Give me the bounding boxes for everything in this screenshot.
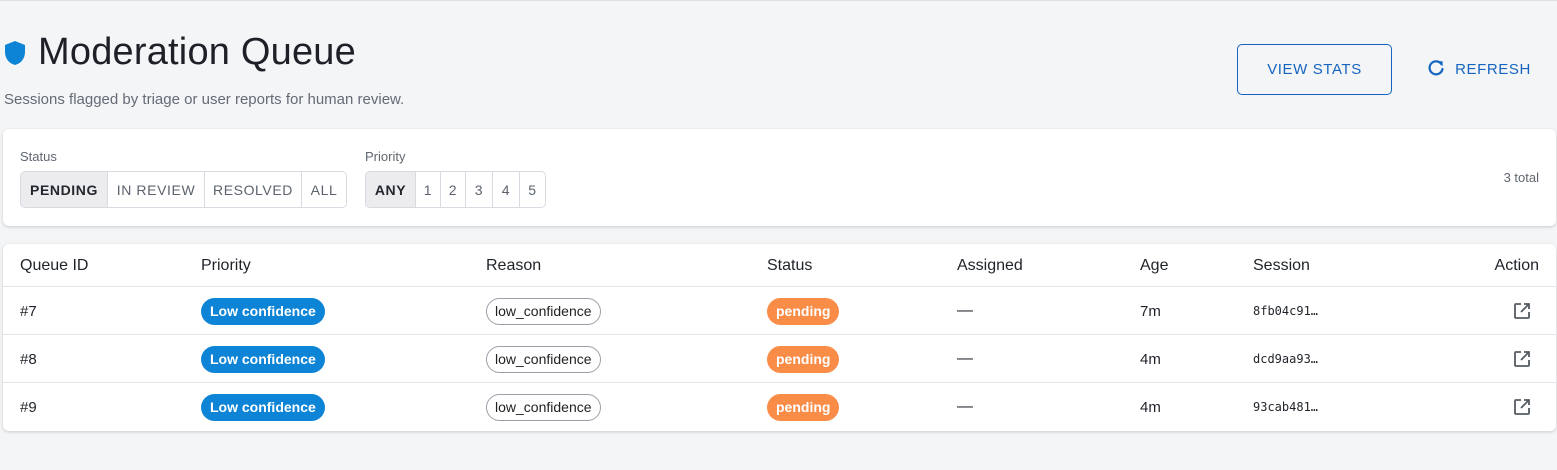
priority-chip: Low confidence xyxy=(201,393,325,421)
queue-id: #7 xyxy=(20,302,37,320)
open-in-new-icon[interactable] xyxy=(1512,383,1532,431)
age-value: 4m xyxy=(1140,398,1161,416)
page-subtitle: Sessions flagged by triage or user repor… xyxy=(4,91,405,108)
table-row[interactable]: #9 Low confidence low_confidence pending… xyxy=(3,383,1556,431)
priority-chip: Low confidence xyxy=(201,297,325,325)
queue-id: #9 xyxy=(20,398,37,416)
filter-panel: Status PENDING IN REVIEW RESOLVED ALL Pr… xyxy=(3,129,1556,226)
page-header: Moderation Queue Sessions flagged by tri… xyxy=(0,1,1557,129)
column-header-queue-id[interactable]: Queue ID xyxy=(20,257,88,275)
column-header-session[interactable]: Session xyxy=(1253,257,1310,275)
column-header-age[interactable]: Age xyxy=(1140,257,1168,275)
title-row: Moderation Queue xyxy=(4,31,356,74)
priority-option-any[interactable]: ANY xyxy=(366,172,416,207)
session-id[interactable]: 93cab481… xyxy=(1253,383,1318,431)
total-count: 3 total xyxy=(1503,170,1539,185)
status-chip: pending xyxy=(767,297,840,325)
status-chip: pending xyxy=(767,393,840,421)
session-id[interactable]: dcd9aa93… xyxy=(1253,335,1318,383)
status-filter-label: Status xyxy=(20,149,57,164)
priority-chip: Low confidence xyxy=(201,345,325,373)
column-header-assigned[interactable]: Assigned xyxy=(957,257,1023,275)
priority-option-4[interactable]: 4 xyxy=(493,172,520,207)
status-option-in-review[interactable]: IN REVIEW xyxy=(108,172,205,207)
refresh-icon xyxy=(1427,59,1445,81)
table-header: Queue ID Priority Reason Status Assigned… xyxy=(3,244,1556,287)
assigned-value: — xyxy=(957,398,973,415)
reason-chip: low_confidence xyxy=(486,345,601,373)
priority-option-2[interactable]: 2 xyxy=(441,172,466,207)
age-value: 7m xyxy=(1140,302,1161,320)
column-header-priority[interactable]: Priority xyxy=(201,257,251,275)
table-row[interactable]: #8 Low confidence low_confidence pending… xyxy=(3,335,1556,383)
page-title: Moderation Queue xyxy=(38,31,356,73)
column-header-status[interactable]: Status xyxy=(767,257,812,275)
status-option-resolved[interactable]: RESOLVED xyxy=(205,172,302,207)
column-header-action: Action xyxy=(1494,257,1539,274)
view-stats-button[interactable]: VIEW STATS xyxy=(1237,44,1392,95)
assigned-value: — xyxy=(957,302,973,319)
column-header-reason[interactable]: Reason xyxy=(486,257,541,275)
open-in-new-icon[interactable] xyxy=(1512,335,1532,383)
priority-filter-group: ANY 1 2 3 4 5 xyxy=(365,171,546,208)
priority-option-1[interactable]: 1 xyxy=(416,172,441,207)
queue-id: #8 xyxy=(20,350,37,368)
priority-option-5[interactable]: 5 xyxy=(520,172,545,207)
queue-table: Queue ID Priority Reason Status Assigned… xyxy=(3,244,1556,431)
reason-chip: low_confidence xyxy=(486,393,601,421)
table-row[interactable]: #7 Low confidence low_confidence pending… xyxy=(3,287,1556,335)
reason-chip: low_confidence xyxy=(486,297,601,325)
open-in-new-icon[interactable] xyxy=(1512,287,1532,335)
assigned-value: — xyxy=(957,350,973,367)
age-value: 4m xyxy=(1140,350,1161,368)
status-option-all[interactable]: ALL xyxy=(302,172,346,207)
refresh-label: REFRESH xyxy=(1455,61,1531,78)
priority-option-3[interactable]: 3 xyxy=(466,172,493,207)
status-filter-group: PENDING IN REVIEW RESOLVED ALL xyxy=(20,171,347,208)
status-chip: pending xyxy=(767,345,840,373)
priority-filter-label: Priority xyxy=(365,149,406,164)
refresh-button[interactable]: REFRESH xyxy=(1418,44,1540,95)
session-id[interactable]: 8fb04c91… xyxy=(1253,287,1318,335)
shield-icon xyxy=(4,39,28,67)
status-option-pending[interactable]: PENDING xyxy=(21,172,108,207)
